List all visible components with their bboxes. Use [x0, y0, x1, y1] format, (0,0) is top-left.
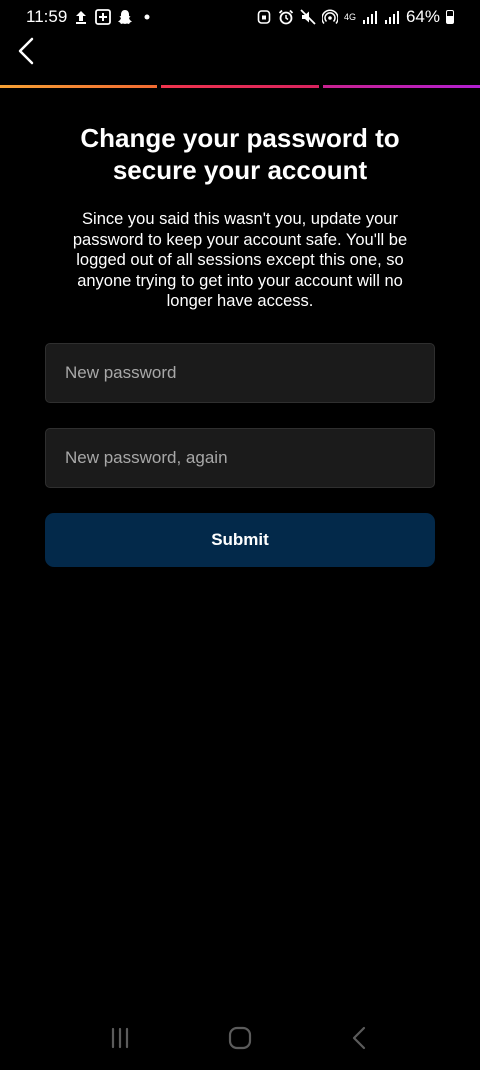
status-right: 4G 64% [256, 7, 454, 27]
progress-indicator [0, 85, 480, 89]
snapchat-icon [117, 9, 133, 25]
chevron-left-icon [17, 37, 35, 70]
system-nav-bar [0, 1010, 480, 1070]
system-back-button[interactable] [340, 1020, 380, 1060]
lock-icon [256, 9, 272, 25]
home-icon [227, 1025, 253, 1056]
status-left: 11:59 [26, 7, 155, 27]
signal-icon [384, 9, 400, 25]
progress-segment [322, 85, 480, 88]
new-password-input[interactable] [45, 343, 435, 403]
recent-apps-icon [107, 1025, 133, 1056]
progress-segment [0, 85, 158, 88]
status-bar: 11:59 4G 64% [0, 0, 480, 34]
home-button[interactable] [220, 1020, 260, 1060]
back-button[interactable] [10, 36, 42, 70]
confirm-password-input[interactable] [45, 428, 435, 488]
status-time: 11:59 [26, 7, 68, 26]
back-icon [347, 1025, 373, 1056]
battery-percent: 64% [405, 7, 440, 26]
signal-icon [362, 9, 378, 25]
alarm-icon [278, 9, 294, 25]
mute-icon [300, 9, 316, 25]
battery-icon [446, 10, 454, 24]
hotspot-icon [321, 9, 338, 25]
recent-apps-button[interactable] [100, 1020, 140, 1060]
dot-icon [139, 9, 155, 25]
page-description: Since you said this wasn't you, update y… [72, 210, 408, 310]
upload-icon [73, 9, 89, 25]
news-icon [95, 9, 112, 25]
submit-button[interactable]: Submit [45, 513, 435, 567]
network-type-label: 4G [343, 11, 356, 22]
page-title: Change your password to secure your acco… [80, 123, 400, 185]
progress-segment [161, 85, 319, 88]
